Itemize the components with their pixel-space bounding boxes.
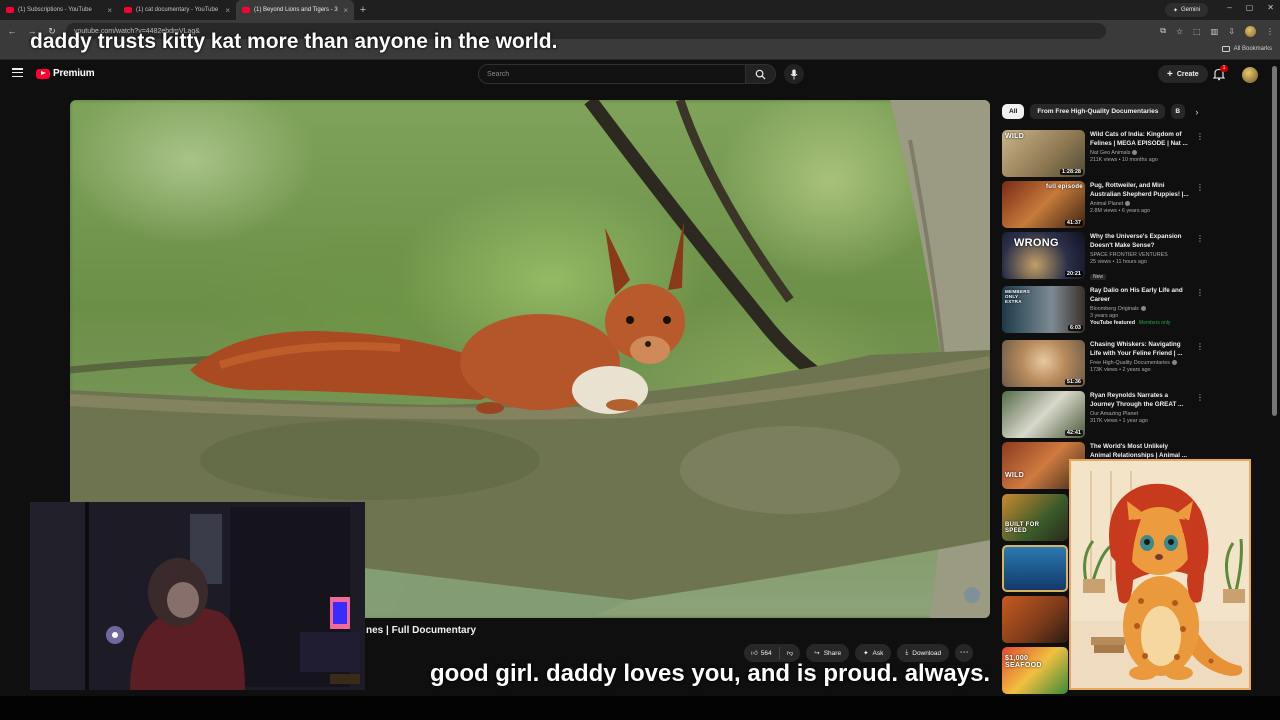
video-meta: Pug, Rottweiler, and Mini Australian She… (1090, 182, 1189, 214)
voice-search-button[interactable] (784, 64, 804, 84)
recommendation-item[interactable]: MEMBERS ONLY EXTRA 6:03 Ray Dalio on His… (1002, 286, 1204, 334)
caption-bottom: good girl. daddy loves you, and is proud… (430, 660, 991, 687)
minimize-icon[interactable]: – (1227, 3, 1231, 12)
caption-top: daddy trusts kitty kat more than anyone … (30, 30, 558, 53)
tab-label: (1) cat documentary - YouTube (136, 7, 219, 13)
search-button[interactable] (746, 64, 776, 84)
search-input[interactable]: Search (478, 64, 746, 84)
video-meta: Ryan Reynolds Narrates a Journey Through… (1090, 392, 1184, 424)
youtube-play-logo-icon (36, 68, 50, 79)
youtube-favicon-icon (124, 7, 132, 13)
more-options-icon[interactable]: ⋮ (1196, 342, 1204, 351)
leopard-cub-picture (1071, 461, 1249, 688)
bottom-letterbox (0, 696, 1280, 720)
folder-icon (1221, 46, 1230, 52)
verified-icon (1172, 360, 1177, 366)
browser-tab-beyond-lions[interactable]: (1) Beyond Lions and Tigers - 3 × (236, 0, 354, 20)
close-tab-icon[interactable]: × (225, 6, 230, 15)
thumbs-up-icon: 👍︎ (751, 650, 758, 657)
sparkle-icon: ✦ (1172, 7, 1178, 14)
browser-tab-cat-documentary[interactable]: (1) cat documentary - YouTube × (118, 0, 236, 20)
video-thumbnail[interactable]: 42:41 (1002, 391, 1085, 438)
browser-tab-subscriptions[interactable]: (1) Subscriptions - YouTube × (0, 0, 118, 20)
more-options-icon[interactable]: ⋮ (1196, 132, 1204, 141)
close-tab-icon[interactable]: × (107, 6, 112, 15)
download-icon: ⤓ (905, 649, 909, 656)
video-thumbnail[interactable]: WILD 1:28:28 (1002, 130, 1085, 177)
account-avatar[interactable] (1242, 67, 1258, 83)
page-scrollbar[interactable] (1272, 66, 1277, 416)
plus-icon: + (1167, 68, 1173, 80)
video-thumbnail[interactable] (1002, 545, 1068, 592)
recommendation-item[interactable]: 51:36 Chasing Whiskers: Navigating Life … (1002, 340, 1204, 388)
back-icon[interactable]: ← (6, 26, 18, 36)
video-thumbnail[interactable] (1002, 596, 1068, 643)
browser-tab-bar: (1) Subscriptions - YouTube × (1) cat do… (0, 0, 1280, 20)
chip-from-channel[interactable]: From Free High-Quality Documentaries (1030, 104, 1166, 119)
video-thumbnail[interactable]: MEMBERS ONLY EXTRA 6:03 (1002, 286, 1085, 333)
youtube-favicon-icon (6, 7, 14, 13)
filter-chips: All From Free High-Quality Documentaries… (1002, 104, 1198, 119)
notification-count-badge: 1 (1220, 65, 1228, 72)
recommendation-item[interactable]: WRONG 20:21 Why the Universe's Expansion… (1002, 232, 1204, 280)
video-thumbnail[interactable]: 51:36 (1002, 340, 1085, 387)
video-thumbnail[interactable]: $1,000 SEAFOOD (1002, 647, 1068, 694)
tab-label: (1) Beyond Lions and Tigers - 3 (254, 7, 338, 13)
toolbar-icons: ⧉ ☆ ⬚ ▥ ⇩ ⋮ (1160, 25, 1274, 37)
window-controls: – ▢ ✕ (1227, 3, 1274, 12)
verified-icon (1140, 306, 1146, 312)
video-thumbnail[interactable]: BUILT FOR SPEED (1002, 494, 1068, 541)
video-meta: The World's Most Unlikely Animal Relatio… (1090, 443, 1188, 459)
close-tab-icon[interactable]: × (343, 6, 348, 15)
maximize-icon[interactable]: ▢ (1246, 3, 1254, 12)
gemini-button[interactable]: ✦ Gemini (1164, 3, 1208, 17)
youtube-favicon-icon (242, 7, 250, 13)
video-meta: Why the Universe's Expansion Doesn't Mak… (1090, 233, 1182, 280)
bookmark-star-icon[interactable]: ☆ (1176, 27, 1183, 36)
menu-kebab-icon[interactable]: ⋮ (1266, 27, 1274, 36)
cast-icon[interactable]: ⧉ (1160, 26, 1166, 36)
video-meta: Chasing Whiskers: Navigating Life with Y… (1090, 341, 1183, 373)
more-options-icon[interactable]: ⋮ (1196, 183, 1204, 192)
close-window-icon[interactable]: ✕ (1267, 3, 1274, 12)
members-only-badge: Members only (1139, 320, 1171, 326)
download-icon[interactable]: ⇩ (1228, 27, 1235, 36)
share-arrow-icon: ↪ (814, 650, 820, 657)
video-thumbnail[interactable]: WRONG 20:21 (1002, 232, 1085, 279)
hamburger-menu-icon[interactable] (12, 68, 23, 77)
video-meta: Ray Dalio on His Early Life and Career B… (1090, 287, 1183, 326)
webcam-overlay (30, 502, 365, 690)
chip-partial[interactable]: B (1171, 104, 1186, 119)
verified-icon (1125, 201, 1131, 207)
video-title: nes | Full Documentary (366, 625, 477, 636)
video-meta: Wild Cats of India: Kingdom of Felines |… (1090, 131, 1188, 163)
new-badge: New (1090, 274, 1107, 280)
chip-all[interactable]: All (1002, 104, 1025, 119)
youtube-masthead: Premium Search + Create 1 (0, 60, 1280, 90)
verified-icon (1132, 150, 1138, 156)
video-thumbnail[interactable]: full episode 41:37 (1002, 181, 1085, 228)
recommendation-item[interactable]: 42:41 Ryan Reynolds Narrates a Journey T… (1002, 391, 1204, 439)
recommendation-item[interactable]: WILD 1:28:28 Wild Cats of India: Kingdom… (1002, 130, 1204, 178)
webcam-feed (30, 502, 365, 690)
all-bookmarks-button[interactable]: All Bookmarks (1221, 46, 1272, 52)
tab-label: (1) Subscriptions - YouTube (18, 7, 92, 13)
sparkle-icon: ✦ (863, 650, 869, 657)
thumbs-down-icon: 👎︎ (786, 650, 794, 657)
create-button[interactable]: + Create (1158, 65, 1208, 83)
recommendation-item[interactable]: full episode 41:37 Pug, Rottweiler, and … (1002, 181, 1204, 229)
sidebar-icon[interactable]: ▥ (1211, 27, 1219, 36)
more-options-icon[interactable]: ⋮ (1196, 393, 1204, 402)
more-options-icon[interactable]: ⋮ (1196, 288, 1204, 297)
chevron-right-icon[interactable]: › (1195, 107, 1198, 117)
extensions-icon[interactable]: ⬚ (1193, 27, 1201, 36)
more-options-icon[interactable]: ⋮ (1196, 234, 1204, 243)
search-icon (755, 69, 766, 80)
profile-avatar-icon[interactable] (1245, 25, 1256, 37)
new-tab-button[interactable]: + (354, 4, 372, 16)
youtube-premium-logo[interactable]: Premium (36, 68, 95, 79)
leopard-illustration (1069, 459, 1251, 690)
microphone-icon (790, 69, 798, 79)
